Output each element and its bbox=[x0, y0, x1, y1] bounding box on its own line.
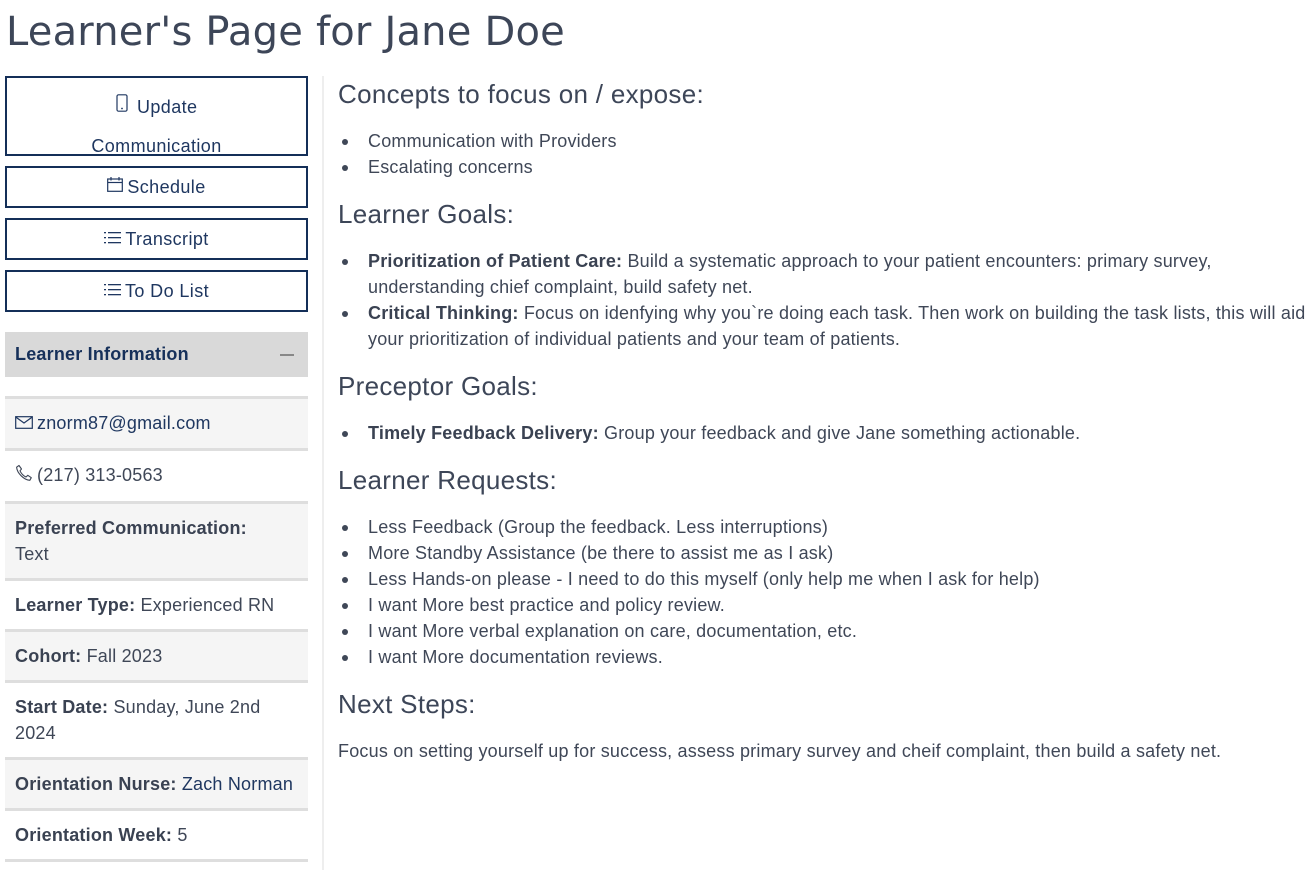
field-value: Fall 2023 bbox=[86, 645, 163, 666]
schedule-button[interactable]: Schedule bbox=[5, 166, 308, 208]
goal-title: Critical Thinking: bbox=[368, 303, 519, 323]
todo-list-button[interactable]: To Do List bbox=[5, 270, 308, 312]
envelope-icon bbox=[15, 410, 33, 436]
field-label: Preferred Communication: bbox=[15, 517, 247, 538]
field-value: 5 bbox=[177, 824, 188, 845]
update-communication-button[interactable]: Update Communication bbox=[5, 76, 308, 156]
list-item: Less Feedback (Group the feedback. Less … bbox=[338, 514, 1308, 540]
preferred-communication-row: Preferred Communication: Text bbox=[5, 500, 308, 578]
learner-goals-section: Learner Goals: Prioritization of Patient… bbox=[338, 196, 1308, 352]
field-label: Learner Type: bbox=[15, 594, 136, 615]
list-item: I want More documentation reviews. bbox=[338, 644, 1308, 670]
preceptor-goals-section: Preceptor Goals: Timely Feedback Deliver… bbox=[338, 368, 1308, 446]
sidebar: Update Communication Schedule Transcript… bbox=[5, 76, 308, 862]
list-item: Less Hands-on please - I need to do this… bbox=[338, 566, 1308, 592]
transcript-label: Transcript bbox=[125, 229, 209, 249]
concepts-heading: Concepts to focus on / expose: bbox=[338, 79, 704, 109]
list-item: Escalating concerns bbox=[338, 154, 1308, 180]
orientation-week-row: Orientation Week: 5 bbox=[5, 807, 308, 862]
transcript-button[interactable]: Transcript bbox=[5, 218, 308, 260]
concepts-list: Communication with Providers Escalating … bbox=[338, 128, 1308, 180]
page-title: Learner's Page for Jane Doe bbox=[6, 9, 565, 55]
list-icon bbox=[104, 219, 122, 257]
field-label: Orientation Week: bbox=[15, 824, 173, 845]
update-label: Update bbox=[136, 97, 198, 117]
communication-label: Communication bbox=[91, 136, 222, 157]
next-steps-text: Focus on setting yourself up for success… bbox=[338, 741, 1222, 761]
cohort-row: Cohort: Fall 2023 bbox=[5, 628, 308, 680]
concepts-section: Concepts to focus on / expose: Communica… bbox=[338, 76, 1308, 180]
goal-title: Timely Feedback Delivery: bbox=[368, 423, 599, 443]
learner-requests-section: Learner Requests: Less Feedback (Group t… bbox=[338, 462, 1308, 670]
learner-type-row: Learner Type: Experienced RN bbox=[5, 577, 308, 629]
preceptor-goals-list: Timely Feedback Delivery: Group your fee… bbox=[338, 420, 1308, 446]
field-value: Experienced RN bbox=[140, 594, 275, 615]
learner-goals-heading: Learner Goals: bbox=[338, 199, 515, 229]
learner-requests-heading: Learner Requests: bbox=[338, 465, 558, 495]
list-item: Critical Thinking: Focus on idenfying wh… bbox=[338, 300, 1308, 352]
field-value: Text bbox=[15, 543, 49, 564]
orientation-nurse-row: Orientation Nurse: Zach Norman bbox=[5, 756, 308, 808]
list-item: Timely Feedback Delivery: Group your fee… bbox=[338, 420, 1308, 446]
field-label: Orientation Nurse: bbox=[15, 773, 177, 794]
learner-goals-list: Prioritization of Patient Care: Build a … bbox=[338, 248, 1308, 352]
goal-title: Prioritization of Patient Care: bbox=[368, 251, 623, 271]
next-steps-heading: Next Steps: bbox=[338, 689, 476, 719]
phone-device-icon bbox=[115, 87, 128, 125]
phone-row: (217) 313-0563 bbox=[5, 448, 308, 500]
goal-text: Group your feedback and give Jane someth… bbox=[604, 423, 1081, 443]
next-steps-section: Next Steps: Focus on setting yourself up… bbox=[338, 686, 1308, 764]
start-date-row: Start Date: Sunday, June 2nd 2024 bbox=[5, 679, 308, 757]
orientation-nurse-link[interactable]: Zach Norman bbox=[182, 774, 293, 794]
main-content: Concepts to focus on / expose: Communica… bbox=[338, 76, 1308, 764]
learner-requests-list: Less Feedback (Group the feedback. Less … bbox=[338, 514, 1308, 670]
email-row: znorm87@gmail.com bbox=[5, 396, 308, 449]
email-link[interactable]: znorm87@gmail.com bbox=[37, 413, 211, 433]
list-item: I want More verbal explanation on care, … bbox=[338, 618, 1308, 644]
schedule-label: Schedule bbox=[127, 177, 206, 197]
list-icon bbox=[103, 271, 121, 309]
phone-number: (217) 313-0563 bbox=[37, 465, 163, 486]
learner-information-header[interactable]: Learner Information bbox=[5, 332, 308, 377]
list-item: I want More best practice and policy rev… bbox=[338, 592, 1308, 618]
preceptor-goals-heading: Preceptor Goals: bbox=[338, 371, 538, 401]
calendar-icon bbox=[107, 167, 124, 205]
learner-information-title: Learner Information bbox=[15, 344, 189, 364]
field-label: Cohort: bbox=[15, 645, 82, 666]
learner-information-list: znorm87@gmail.com (217) 313-0563 Preferr… bbox=[5, 396, 308, 862]
minus-icon[interactable] bbox=[280, 353, 294, 356]
list-item: More Standby Assistance (be there to ass… bbox=[338, 540, 1308, 566]
list-item: Prioritization of Patient Care: Build a … bbox=[338, 248, 1308, 300]
field-label: Start Date: bbox=[15, 696, 109, 717]
column-divider bbox=[322, 76, 324, 870]
phone-icon bbox=[15, 463, 33, 489]
list-item: Communication with Providers bbox=[338, 128, 1308, 154]
todo-list-label: To Do List bbox=[124, 281, 210, 301]
